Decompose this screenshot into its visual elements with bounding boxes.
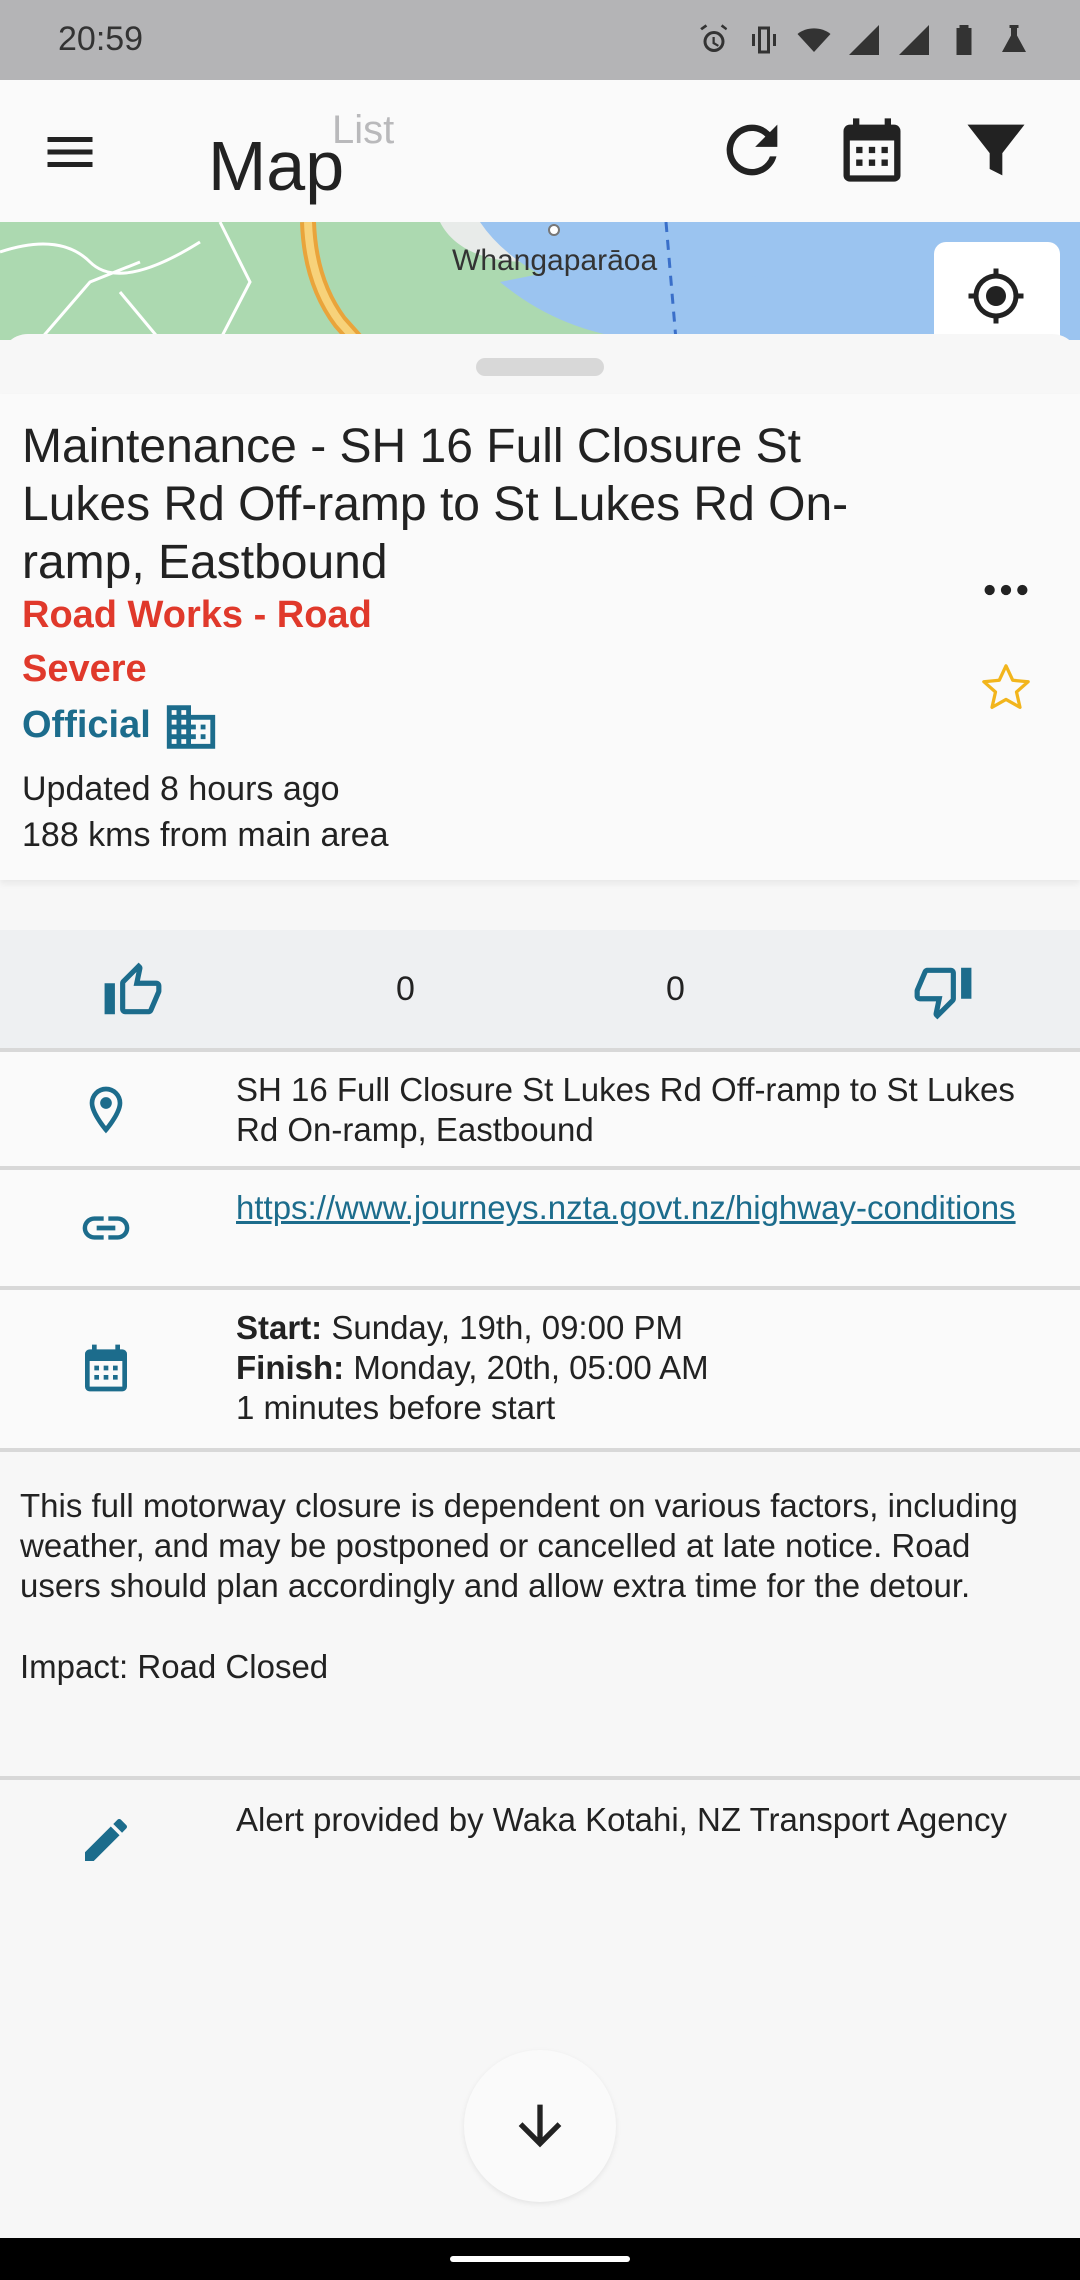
description-section: This full motorway closure is dependent … [0,1452,1080,1780]
more-options-icon[interactable] [978,562,1034,618]
thumbs-down-icon[interactable] [912,960,974,1022]
start-label: Start: [236,1309,323,1346]
calendar-icon[interactable] [834,112,910,188]
downvote-count: 0 [666,970,685,1008]
impact-text: Impact: Road Closed [20,1648,329,1685]
upvote-count: 0 [396,970,415,1008]
filter-icon[interactable] [958,112,1034,188]
building-icon [166,705,216,749]
location-row: SH 16 Full Closure St Lukes Rd Off-ramp … [0,1052,1080,1170]
event-title: Maintenance - SH 16 Full Closure St Luke… [22,420,849,589]
map-background [0,222,1080,340]
app-bar: List Map [0,80,1080,222]
vote-row: 0 0 [0,930,1080,1052]
map-view[interactable]: Whangaparāoa [0,222,1080,340]
edit-pencil-icon [85,1818,128,1861]
link-row: https://www.journeys.nzta.govt.nz/highwa… [0,1170,1080,1290]
distance-text: 188 kms from main area [22,816,389,854]
schedule-row: Start: Sunday, 19th, 09:00 PM Finish: Mo… [0,1290,1080,1452]
collapse-sheet-button[interactable] [464,2050,616,2202]
description-text: This full motorway closure is dependent … [20,1487,1018,1604]
arrow-down-icon [518,2104,562,2148]
schedule-text: Start: Sunday, 19th, 09:00 PM Finish: Mo… [236,1308,1056,1428]
vibrate-icon [752,26,776,54]
status-icons [696,22,1032,58]
link-icon [82,1216,130,1240]
alarm-icon [700,24,728,52]
event-detail-sheet: Maintenance - SH 16 Full Closure St Luke… [0,334,1080,2280]
refresh-icon[interactable] [714,112,790,188]
provider-text: Alert provided by Waka Kotahi, NZ Transp… [236,1801,1007,1838]
status-bar: 20:59 [0,0,1080,80]
wifi-icon [797,28,831,52]
favorite-star-icon[interactable] [978,660,1034,716]
event-category: Road Works - Road [22,594,372,636]
thumbs-up-icon[interactable] [102,960,164,1022]
event-severity: Severe [22,648,147,690]
event-header-card: Maintenance - SH 16 Full Closure St Luke… [0,394,1080,880]
tab-map[interactable]: Map [208,126,344,206]
menu-icon[interactable] [40,122,100,182]
status-time: 20:59 [58,20,144,58]
system-nav-bar [0,2238,1080,2280]
location-text: SH 16 Full Closure St Lukes Rd Off-ramp … [236,1071,1015,1148]
home-gesture-handle[interactable] [450,2256,630,2262]
sheet-drag-handle[interactable] [476,358,604,376]
my-location-icon [968,268,1024,324]
provider-row: Alert provided by Waka Kotahi, NZ Transp… [0,1786,1080,1896]
relative-time: 1 minutes before start [236,1389,556,1426]
signal-icon [849,25,879,55]
highway-conditions-link[interactable]: https://www.journeys.nzta.govt.nz/highwa… [236,1189,1016,1226]
finish-value: Monday, 20th, 05:00 AM [344,1349,709,1386]
updated-time: Updated 8 hours ago [22,770,340,808]
lab-icon [1002,25,1026,52]
finish-label: Finish: [236,1349,345,1386]
battery-icon [956,25,972,55]
finish-line: Finish: Monday, 20th, 05:00 AM [236,1348,1056,1388]
map-place-label: Whangaparāoa [452,244,658,277]
start-line: Start: Sunday, 19th, 09:00 PM [236,1308,1056,1348]
location-pin-icon [89,1086,123,1134]
start-value: Sunday, 19th, 09:00 PM [322,1309,683,1346]
calendar-icon [85,1344,127,1392]
signal-icon [899,25,929,55]
official-badge: Official [22,704,151,746]
